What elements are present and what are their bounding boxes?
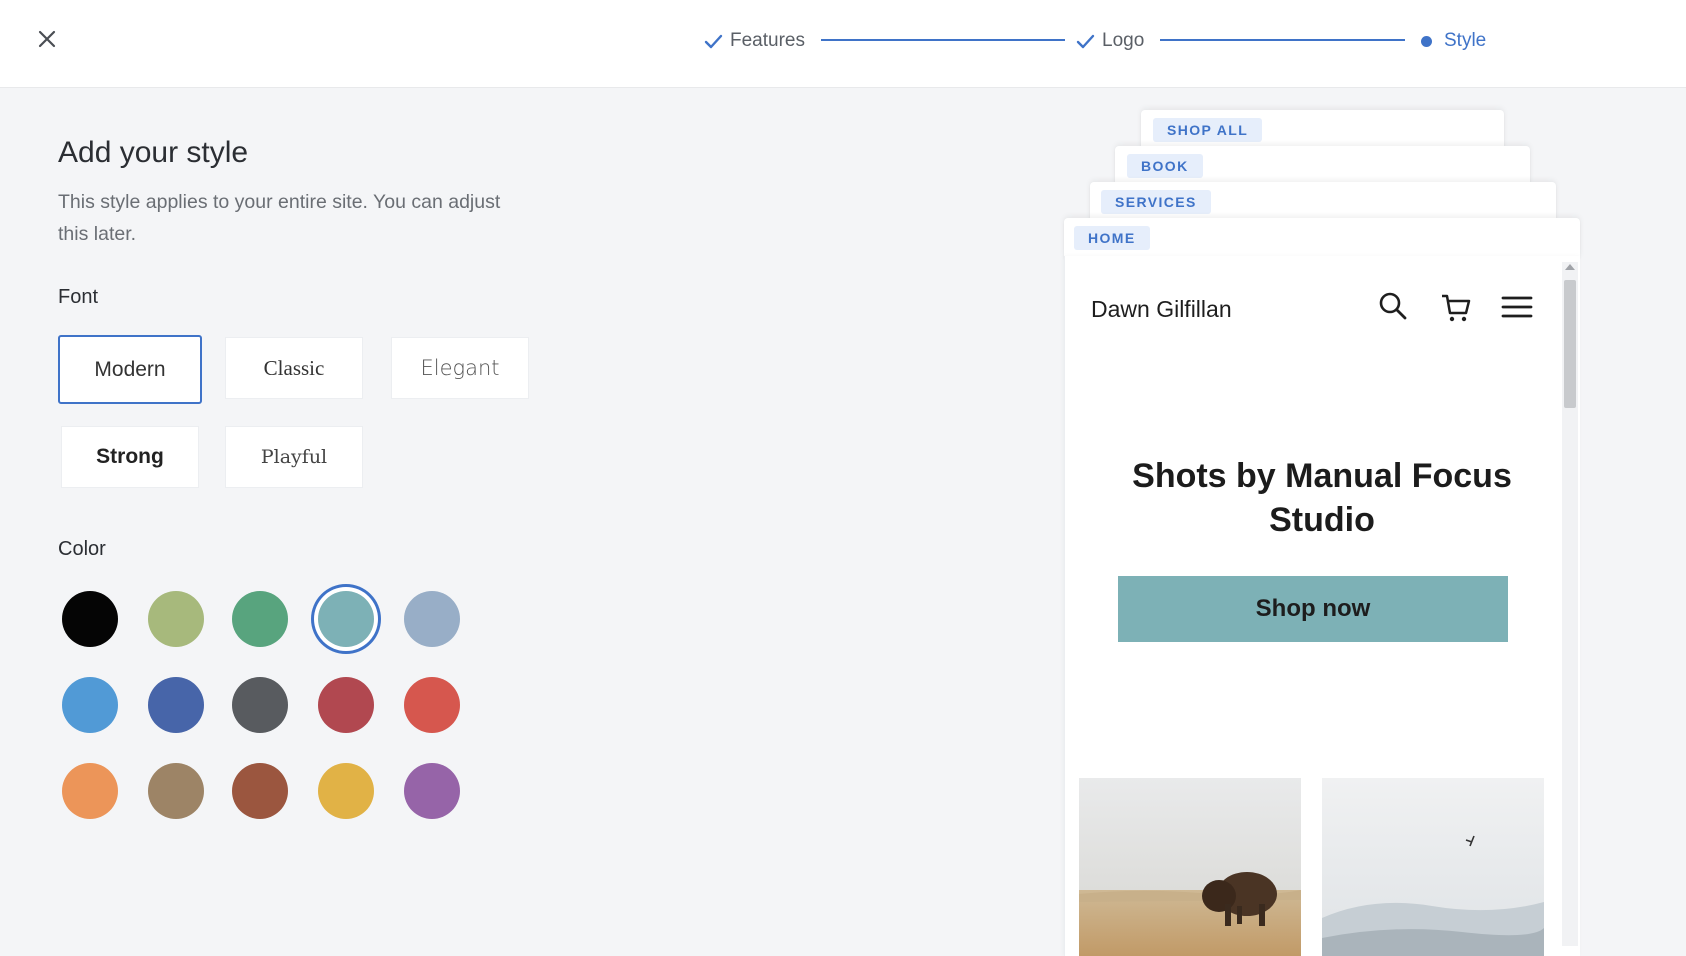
color-section-label: Color — [58, 538, 106, 560]
scroll-thumb[interactable] — [1564, 280, 1576, 408]
preview-page-card: SHOP ALL — [1141, 110, 1504, 150]
font-option-strong[interactable]: Strong — [61, 426, 199, 488]
step-logo: Logo — [1075, 26, 1144, 56]
misty-landscape-photo — [1322, 778, 1544, 956]
color-swatch[interactable] — [232, 763, 288, 819]
close-icon[interactable] — [34, 26, 60, 52]
tab-services[interactable]: SERVICES — [1101, 190, 1211, 214]
page-title: Add your style — [58, 136, 249, 169]
step-connector — [821, 39, 1065, 41]
color-swatch[interactable] — [318, 591, 374, 647]
preview-page-card: SERVICES — [1090, 182, 1556, 222]
site-preview: Dawn Gilfillan Shots by Manual Focus Stu… — [1064, 256, 1580, 956]
check-icon — [704, 34, 723, 48]
step-label: Features — [730, 30, 805, 51]
color-swatch[interactable] — [404, 591, 460, 647]
top-bar: Features Logo Style — [0, 0, 1686, 88]
scroll-up-icon[interactable] — [1565, 264, 1575, 270]
step-connector — [1160, 39, 1405, 41]
color-swatch[interactable] — [232, 591, 288, 647]
tab-book[interactable]: BOOK — [1127, 154, 1203, 178]
preview-page-card: BOOK — [1115, 146, 1530, 186]
color-swatch[interactable] — [404, 763, 460, 819]
page-subtitle: This style applies to your entire site. … — [58, 191, 501, 245]
color-swatch[interactable] — [62, 591, 118, 647]
dot-icon — [1421, 35, 1432, 47]
color-swatch[interactable] — [148, 677, 204, 733]
color-swatch[interactable] — [318, 763, 374, 819]
color-swatch[interactable] — [148, 591, 204, 647]
step-style: Style — [1421, 26, 1486, 56]
color-swatch[interactable] — [404, 677, 460, 733]
cart-icon[interactable] — [1440, 292, 1472, 324]
color-swatch[interactable] — [62, 763, 118, 819]
font-option-playful[interactable]: Playful — [225, 426, 363, 488]
color-swatch[interactable] — [62, 677, 118, 733]
preview-scrollbar[interactable] — [1562, 262, 1578, 946]
site-name: Dawn Gilfillan — [1091, 296, 1232, 322]
bison-photo — [1079, 778, 1301, 956]
menu-icon[interactable] — [1501, 291, 1533, 323]
color-swatch[interactable] — [148, 763, 204, 819]
hero-title: Shots by Manual Focus Studio — [1132, 457, 1512, 539]
check-icon — [1076, 34, 1095, 48]
font-option-classic[interactable]: Classic — [225, 337, 363, 399]
font-option-elegant[interactable]: Elegant — [391, 337, 529, 399]
font-section-label: Font — [58, 286, 99, 308]
search-icon[interactable] — [1377, 290, 1409, 322]
step-label: Logo — [1102, 30, 1145, 51]
font-option-modern[interactable]: Modern — [58, 335, 202, 404]
step-label: Style — [1444, 30, 1487, 51]
tab-shop-all[interactable]: SHOP ALL — [1153, 118, 1263, 142]
preview-page-card: HOME — [1064, 218, 1580, 258]
tab-home[interactable]: HOME — [1074, 226, 1150, 250]
shop-now-button[interactable]: Shop now — [1118, 576, 1508, 642]
color-swatch[interactable] — [232, 677, 288, 733]
color-swatch[interactable] — [318, 677, 374, 733]
step-features: Features — [703, 26, 805, 56]
